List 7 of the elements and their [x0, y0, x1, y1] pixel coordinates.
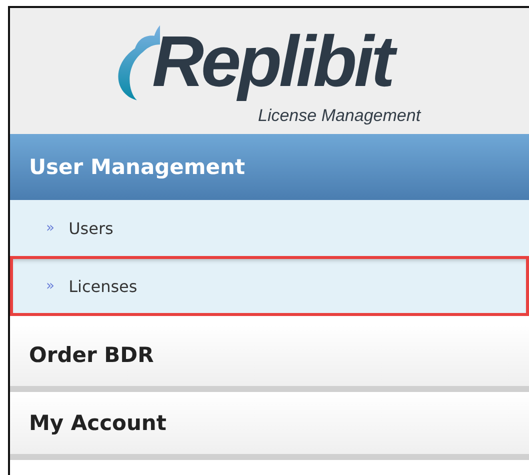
logo-tagline: License Management: [258, 107, 421, 124]
menu-item-label: Users: [68, 218, 114, 238]
chevron-icon: »: [46, 220, 55, 236]
chevron-icon: »: [46, 278, 55, 294]
menu-item-label: Licenses: [68, 276, 138, 296]
menu-item[interactable]: » Users: [10, 200, 529, 256]
menu-item[interactable]: » Licenses: [10, 256, 529, 316]
